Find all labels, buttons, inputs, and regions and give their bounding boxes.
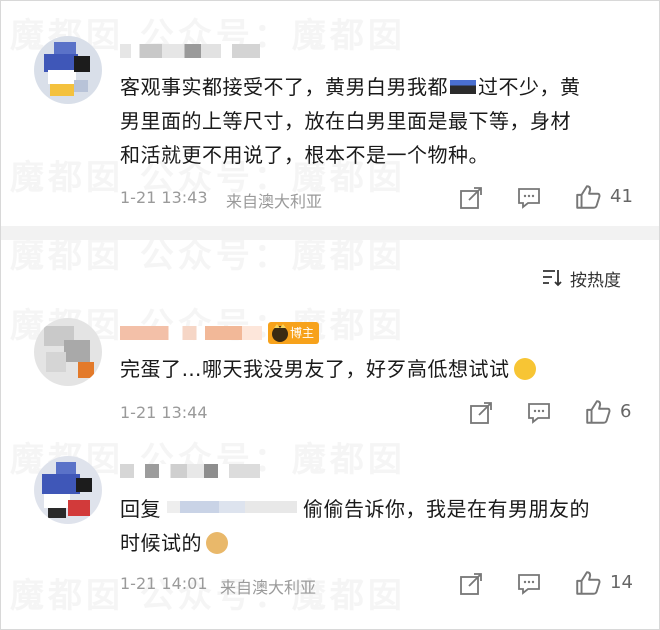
like-count: 14: [610, 572, 633, 593]
like-icon[interactable]: [584, 398, 612, 426]
avatar[interactable]: [34, 456, 102, 524]
like-count: 41: [610, 186, 633, 207]
emoji-icon: [450, 80, 476, 94]
comment-icon[interactable]: [526, 400, 552, 426]
comment-icon[interactable]: [516, 185, 542, 211]
sort-by-hot-button[interactable]: 按热度: [570, 266, 621, 291]
comment-location: 来自澳大利亚: [220, 578, 317, 597]
crying-emoji-icon: [513, 358, 536, 380]
crown-icon: [272, 324, 288, 342]
comment-time: 1-21 13:44: [120, 403, 208, 422]
share-icon[interactable]: [458, 185, 484, 211]
username[interactable]: [120, 44, 260, 58]
comment-icon[interactable]: [516, 571, 542, 597]
comment-time: 1-21 14:01: [120, 574, 208, 593]
username[interactable]: [120, 326, 262, 340]
share-icon[interactable]: [468, 400, 494, 426]
section-divider: [1, 226, 659, 240]
username[interactable]: [120, 464, 260, 478]
like-icon[interactable]: [574, 183, 602, 211]
share-icon[interactable]: [458, 571, 484, 597]
comment-location: 来自澳大利亚: [226, 192, 323, 211]
avatar[interactable]: [34, 36, 102, 104]
reply-mention[interactable]: [167, 501, 297, 513]
sort-icon[interactable]: [540, 266, 562, 288]
like-count: 6: [620, 401, 632, 422]
doge-emoji-icon: [206, 532, 228, 554]
comment-text: 回复 偷偷告诉你，我是在有男朋友的 时候试的: [120, 497, 590, 555]
comment-text: 完蛋了…哪天我没男友了，好歹高低想试试: [120, 352, 640, 386]
like-icon[interactable]: [574, 569, 602, 597]
comment-text: 客观事实都接受不了，黄男白男我都 过不少，黄 男里面的上等尺寸，放在白男里面是最下…: [120, 75, 581, 167]
comment-time: 1-21 13:43: [120, 188, 208, 207]
avatar[interactable]: [34, 318, 102, 386]
reply-prefix: 回复: [120, 497, 161, 521]
